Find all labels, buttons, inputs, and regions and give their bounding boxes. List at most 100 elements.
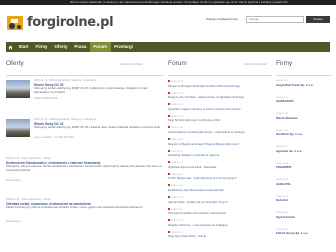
forum-topic-date: 2015-11-11 <box>171 139 184 141</box>
forum-topic[interactable]: 2015-11-11 Automatyzacja w przemyśle roln… <box>168 126 272 134</box>
forum-topic-title[interactable]: Sprzedam ciągnik używany w dobrym stanie… <box>168 108 272 112</box>
bullet-icon <box>168 149 170 152</box>
bullet-icon <box>168 172 170 175</box>
forum-topic-title[interactable]: Maszyny dla rolnictwa · pokaz polowy na … <box>168 96 272 100</box>
firm-entry[interactable]: 2015-11-11 Marek Stawicki <box>276 113 332 120</box>
forum-topic[interactable]: 2015-11-11 Wiosenny Przegląd Ofert Ogrodn… <box>168 80 272 88</box>
bullet-icon <box>168 91 170 94</box>
forum-topic[interactable]: 2015-11-11 Poszukuję dostawcy nawozów w r… <box>168 149 272 158</box>
bullet-icon <box>168 103 170 106</box>
bullet-icon <box>168 196 170 198</box>
search-button[interactable]: Szukaj <box>306 16 330 23</box>
forum-topic-date: 2015-11-11 <box>171 150 184 153</box>
forum-topic-title[interactable]: Poszukuję dostawcy nawozów w regionie <box>168 154 272 158</box>
forum-topic[interactable]: 2015-11-11 Wystawa Ogrodnicza 2016 · Wars… <box>168 161 272 169</box>
forum-topic[interactable]: 2015-11-11 Konferencja Agro Nowoczesne Go… <box>168 184 272 192</box>
forum-topic[interactable]: 2015-11-11 Nowości z Międzynarodowych Tar… <box>168 138 272 146</box>
forum-topic-title[interactable]: Nowości z Międzynarodowych Targów Maszyn… <box>168 143 272 147</box>
forum-topic-title[interactable]: Automatyzacja w przemyśle rolnym · zapro… <box>168 131 272 135</box>
offers-links[interactable]: Pokaż Dodaj ofertę <box>120 63 143 66</box>
offer-item[interactable]: 2015-11-11 · Oferta sprzedaży · Usługi D… <box>6 157 164 182</box>
offer-footer[interactable]: Pokaż więcej <box>6 179 164 182</box>
forum-topic[interactable]: 2015-11-11 Targi Agro Show 2016 · relacja <box>168 230 272 239</box>
forum-topic[interactable]: 2015-11-11 Maszyny dla rolnictwa · pokaz … <box>168 91 272 100</box>
forum-topic-title[interactable]: Targi Technik Rolniczych w Poznaniu 2016 <box>168 119 272 123</box>
firm-name[interactable]: AGRO-POL <box>276 183 332 187</box>
forum-topic-title[interactable]: Targi Agro Show 2016 · relacja <box>168 235 272 239</box>
search-input[interactable]: Szukaj... <box>246 16 304 23</box>
firms-heading: Firmy <box>276 60 293 67</box>
offer-meta: 2015-11-11 · Oferta sprzedaży · Maszyny … <box>34 79 97 82</box>
forum-topic-title[interactable]: Forum Maszynowe · automatyzacja linii pr… <box>168 177 272 181</box>
offer-footer[interactable]: Pokaż więcej <box>6 220 164 223</box>
offer-thumbnail[interactable] <box>6 119 30 137</box>
forum-topic[interactable]: 2015-11-11 Forum Maszynowe · automatyzacj… <box>168 172 272 181</box>
firm-name[interactable]: Marek Stawicki <box>276 117 332 121</box>
register-link[interactable]: Rejestracja <box>222 17 238 22</box>
forum-topic-date: 2015-11-11 <box>171 185 184 188</box>
forum-topic-title[interactable]: Fachowe doradztwo dla rolników i sadowni… <box>168 212 272 216</box>
forum-topic-title[interactable]: Konferencja Agro Nowoczesne Gospodarstwo <box>168 189 272 193</box>
bullet-icon <box>168 207 170 210</box>
forum-heading: Forum <box>168 60 187 67</box>
offer-thumbnail[interactable] <box>6 80 30 98</box>
forum-topic[interactable]: 2015-11-11 Sprzedam ciągnik używany w dob… <box>168 103 272 111</box>
forum-topic-date: 2015-11-11 <box>171 92 184 95</box>
nav-item-prasa[interactable]: Prasa <box>71 42 90 52</box>
offer-description: Oferujemy wózek elektryczny NOWY DC 20 z… <box>34 87 148 94</box>
offer-item[interactable]: 2015-11-11 · Oferta sprzedaży · Maszyny … <box>34 79 164 100</box>
home-icon[interactable] <box>6 42 15 52</box>
firm-entry[interactable]: 2015-11-11 Grupa Bud Trade Sp. z o.o. <box>276 80 332 87</box>
bullet-icon <box>168 230 170 233</box>
login-link[interactable]: Zaloguj się <box>206 17 222 22</box>
forum-topic-date: 2015-11-11 <box>171 104 184 107</box>
bullet-icon <box>168 161 170 164</box>
forum-topic-date: 2015-11-11 <box>171 220 184 223</box>
main-nav: Start Firmy Oferty Prasa Forum Przetargi <box>6 42 330 52</box>
forum-topic-date: 2015-11-11 <box>171 127 184 130</box>
nav-item-oferty[interactable]: Oferty <box>51 42 71 52</box>
offer-item[interactable]: 2015-11-11 · Oferta sprzedaży · Usługi O… <box>6 198 164 223</box>
forum-topic-date: 2015-11-11 <box>171 197 184 199</box>
forum-topic[interactable]: 2015-11-11 Agrotechnika · porady dla prod… <box>168 196 272 204</box>
forum-topic-title[interactable]: Agrotechnika · porady dla producentów ro… <box>168 201 272 205</box>
nav-item-firmy[interactable]: Firmy <box>32 42 51 52</box>
firm-name[interactable]: Ogród Serwis <box>276 216 332 220</box>
bullet-icon <box>168 80 170 82</box>
firm-name[interactable]: Rol-Mech Sp. z o.o. <box>276 133 332 137</box>
bullet-icon <box>168 138 170 140</box>
forum-topic-title[interactable]: Magazyn Rolniczy · nowe wydanie już dost… <box>168 224 272 228</box>
firms-divider <box>276 75 332 76</box>
forum-topic[interactable]: 2015-11-11 Magazyn Rolniczy · nowe wydani… <box>168 219 272 227</box>
firm-name[interactable]: Fullert Group Sp. z o.o. <box>276 232 332 236</box>
nav-item-forum[interactable]: Forum <box>89 42 111 52</box>
firm-entry[interactable]: 2015-11-11 Agrotom Sp. z o.o. <box>276 146 332 153</box>
firm-name[interactable]: Grupa Bud Trade Sp. z o.o. <box>276 84 332 88</box>
forum-topic[interactable]: 2015-11-11 Fachowe doradztwo dla rolników… <box>168 207 272 216</box>
nav-item-przetargi[interactable]: Przetargi <box>111 42 137 52</box>
forum-topic-date: 2015-11-11 <box>171 162 184 165</box>
nav-item-start[interactable]: Start <box>15 42 32 52</box>
forum-topic-title[interactable]: Wiosenny Przegląd Ofert Ogrodnictwa 2016… <box>168 85 272 89</box>
firm-entry[interactable]: 2015-11-11 Rol-Mech Sp. z o.o. <box>276 130 332 137</box>
site-logo[interactable]: forgirolne.pl <box>6 14 114 31</box>
offer-description: Oferujemy wózek elektryczny NOWY DC 20 z… <box>34 126 162 129</box>
firm-entry[interactable]: 2015-11-11 ALUM-PLAST <box>276 97 332 104</box>
firm-entry[interactable]: 2015-11-11 Ogród Serwis <box>276 212 332 219</box>
forum-topic-title[interactable]: Wystawa Ogrodnicza 2016 · Warszawa <box>168 166 272 170</box>
firm-entry[interactable]: 2015-11-11 Fullert Group Sp. z o.o. <box>276 229 332 236</box>
firm-name[interactable]: POLINVEST <box>276 166 332 170</box>
firm-entry[interactable]: 2015-11-11 Tech-Rol <box>276 196 332 203</box>
offer-item[interactable]: 2015-11-11 · Oferta sprzedaży · Maszyny … <box>34 118 164 139</box>
firm-name[interactable]: ALUM-PLAST <box>276 100 332 104</box>
firm-entry[interactable]: 2015-11-11 POLINVEST <box>276 163 332 170</box>
forum-topic-date: 2015-11-11 <box>171 115 184 118</box>
firm-name[interactable]: Tech-Rol <box>276 199 332 203</box>
firm-entry[interactable]: 2015-11-11 AGRO-POL <box>276 179 332 186</box>
firm-name[interactable]: Agrotom Sp. z o.o. <box>276 150 332 154</box>
offer-footer: LEGACYGURLSTRIPS <box>34 97 58 100</box>
tractor-logo-icon <box>7 15 23 30</box>
offer-footer: Ceny na telefon · tel. 000 000 000 <box>34 136 74 139</box>
forum-topic[interactable]: 2015-11-11 Targi Technik Rolniczych w Poz… <box>168 114 272 123</box>
forum-links[interactable]: Pokaż Dodaj temat <box>244 63 267 66</box>
